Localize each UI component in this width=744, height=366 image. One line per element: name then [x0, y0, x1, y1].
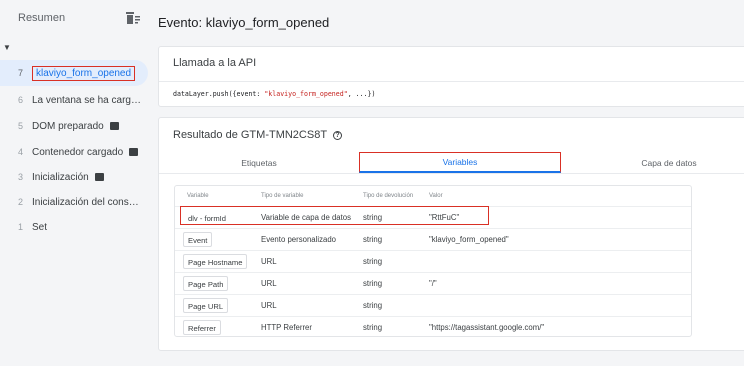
tag-badge-icon [129, 148, 139, 156]
variable-type: URL [261, 279, 277, 288]
variable-chip: Referrer [183, 320, 221, 335]
sidebar-item-consent-initialization[interactable]: 2 Inicialización del consen... [0, 189, 148, 215]
variable-type: Variable de capa de datos [261, 213, 352, 222]
variable-chip: Page URL [183, 298, 229, 313]
table-row[interactable]: Page Path URL string "/" [175, 272, 691, 294]
variable-value: "/" [429, 279, 437, 288]
table-header: Variable Tipo de variable Tipo de devolu… [175, 186, 691, 206]
event-number: 1 [18, 222, 24, 232]
return-type: string [363, 279, 383, 288]
event-label: klaviyo_form_opened [32, 65, 136, 81]
api-call-code: dataLayer.push({event: "klaviyo_form_ope… [173, 90, 375, 98]
return-type: string [363, 301, 383, 310]
event-label: Inicialización del consen... [32, 196, 144, 208]
sidebar-item-initialization[interactable]: 3 Inicialización [0, 164, 148, 190]
return-type: string [363, 235, 383, 244]
event-label: Set [32, 221, 48, 233]
api-call-title: Llamada a la API [173, 57, 257, 69]
tab-etiquetas[interactable]: Etiquetas [199, 152, 319, 173]
tab-variables[interactable]: Variables [359, 152, 561, 173]
event-label: La ventana se ha cargad... [32, 94, 144, 106]
sidebar-item-dom-ready[interactable]: 5 DOM preparado [0, 113, 148, 139]
table-row[interactable]: dlv - formId Variable de capa de datos s… [175, 206, 691, 228]
code-prefix: dataLayer.push({event: [173, 90, 265, 98]
variable-value: "RttFuC" [429, 213, 460, 222]
event-label: Contenedor cargado [32, 146, 124, 158]
sidebar-item-window-loaded[interactable]: 6 La ventana se ha cargad... [0, 87, 148, 113]
column-header-value: Valor [429, 193, 443, 199]
variable-chip: dlv - formId [183, 210, 231, 225]
variable-type: URL [261, 301, 277, 310]
column-header-return-type: Tipo de devolución [363, 193, 414, 199]
result-title-row: Resultado de GTM-TMN2CS8T ? [173, 129, 343, 141]
result-tabs: Etiquetas Variables Capa de datos [159, 152, 744, 174]
table-row[interactable]: Referrer HTTP Referrer string "https://t… [175, 316, 691, 338]
tag-badge-icon [94, 173, 104, 181]
code-suffix: , ...}) [347, 90, 376, 98]
help-icon[interactable]: ? [333, 130, 343, 140]
clear-list-icon[interactable] [125, 11, 141, 25]
event-number: 3 [18, 172, 24, 182]
table-row[interactable]: Page URL URL string [175, 294, 691, 316]
sidebar-item-set[interactable]: 1 Set [0, 214, 148, 240]
return-type: string [363, 323, 383, 332]
sidebar-title: Resumen [18, 12, 66, 24]
sidebar: Resumen ▼ 7 klaviyo_form_opened 6 La ven… [0, 0, 152, 366]
event-number: 2 [18, 197, 24, 207]
return-type: string [363, 213, 383, 222]
tag-badge-icon [109, 122, 119, 130]
event-label: DOM preparado [32, 120, 104, 132]
sidebar-item-klaviyo-form-opened[interactable]: 7 klaviyo_form_opened [0, 60, 148, 86]
event-number: 5 [18, 121, 24, 131]
variable-type: Evento personalizado [261, 235, 336, 244]
result-card: Resultado de GTM-TMN2CS8T ? Etiquetas Va… [158, 117, 744, 351]
event-label: Inicialización [32, 171, 89, 183]
divider [159, 81, 744, 82]
event-number: 7 [18, 68, 24, 78]
page-title: Evento: klaviyo_form_opened [158, 15, 330, 30]
variable-type: URL [261, 257, 277, 266]
variable-type: HTTP Referrer [261, 323, 312, 332]
tabs-divider [159, 173, 744, 174]
sidebar-item-container-loaded[interactable]: 4 Contenedor cargado [0, 139, 148, 165]
variable-chip: Page Hostname [183, 254, 248, 269]
table-row[interactable]: Page Hostname URL string [175, 250, 691, 272]
event-number: 4 [18, 147, 24, 157]
return-type: string [363, 257, 383, 266]
collapse-caret-icon[interactable]: ▼ [3, 43, 11, 52]
column-header-type: Tipo de variable [261, 193, 304, 199]
api-call-card: Llamada a la API dataLayer.push({event: … [158, 46, 744, 107]
variable-chip: Page Path [183, 276, 229, 291]
variables-table: Variable Tipo de variable Tipo de devolu… [174, 185, 692, 337]
code-string: "klaviyo_form_opened" [264, 90, 348, 98]
result-title: Resultado de GTM-TMN2CS8T [173, 129, 328, 141]
variable-value: "klaviyo_form_opened" [429, 235, 509, 244]
column-header-variable: Variable [187, 193, 209, 199]
event-number: 6 [18, 95, 24, 105]
table-row[interactable]: Event Evento personalizado string "klavi… [175, 228, 691, 250]
variable-value: "https://tagassistant.google.com/" [429, 323, 545, 332]
tab-capa-de-datos[interactable]: Capa de datos [629, 152, 709, 173]
variable-chip: Event [183, 232, 213, 247]
